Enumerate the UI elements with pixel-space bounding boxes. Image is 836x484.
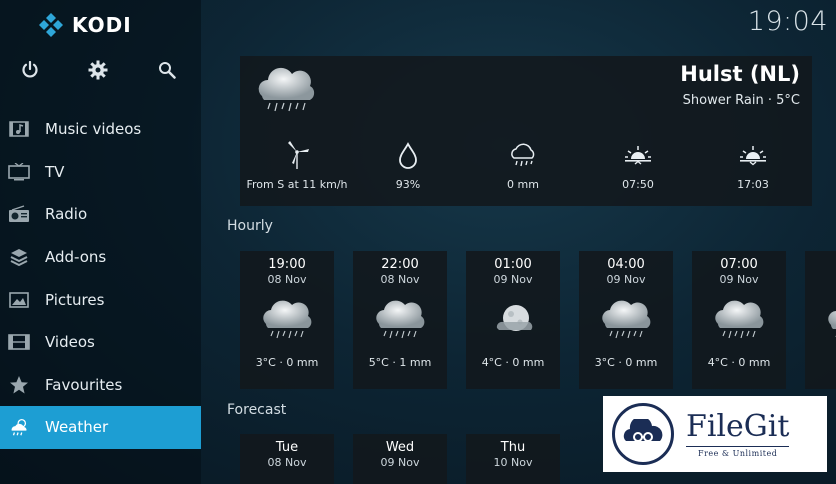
wind-icon — [240, 140, 354, 170]
sidebar-item-label: Pictures — [45, 290, 105, 309]
hourly-time: 19:00 — [268, 257, 306, 272]
sunrise-icon — [581, 140, 695, 170]
radio-icon — [8, 203, 30, 225]
filegit-logo-icon — [612, 403, 674, 465]
wind-value: From S at 11 km/h — [246, 178, 348, 191]
humidity-stat: 93% — [351, 140, 465, 191]
hourly-date: 09 Nov — [493, 273, 533, 286]
sidebar-item-label: Add-ons — [45, 248, 107, 267]
hourly-value: 4°C · 0 mm — [481, 356, 545, 369]
hourly-date: 09 Nov — [719, 273, 759, 286]
hourly-card[interactable]: 04:00 09 Nov 3°C · 0 mm — [579, 251, 673, 389]
sunset-value: 17:03 — [737, 178, 769, 191]
watermark-tagline: Free & Unlimited — [686, 446, 790, 458]
humidity-icon — [351, 140, 465, 170]
sidebar-item-label: Videos — [45, 333, 95, 352]
sidebar-item-label: TV — [45, 162, 65, 181]
hourly-time: 07:00 — [720, 257, 758, 272]
sidebar-item-label: Radio — [45, 205, 88, 224]
sidebar-item-weather[interactable]: Weather — [0, 406, 201, 449]
cloud-rain-icon — [714, 300, 764, 339]
main-menu: Music videos TV Radio Add-ons Pictures V… — [0, 108, 201, 449]
watermark-name: FileGit — [686, 409, 790, 444]
hourly-card[interactable]: 22:00 08 Nov 5°C · 1 mm — [353, 251, 447, 389]
forecast-card[interactable]: Tue 08 Nov — [240, 434, 334, 484]
wind-stat: From S at 11 km/h — [240, 140, 354, 191]
forecast-date: 09 Nov — [380, 456, 420, 469]
cloud-rain-icon — [262, 300, 312, 339]
search-icon[interactable] — [155, 58, 179, 82]
hourly-list[interactable]: 19:00 08 Nov 3°C · 0 mm 22:00 08 Nov 5°C… — [240, 251, 836, 391]
hourly-time: 01:00 — [494, 257, 532, 272]
hourly-card[interactable]: 19:00 08 Nov 3°C · 0 mm — [240, 251, 334, 389]
gear-icon[interactable] — [86, 58, 110, 82]
forecast-heading: Forecast — [227, 402, 287, 418]
hourly-card-partial[interactable] — [805, 251, 836, 389]
sidebar-item-favourites[interactable]: Favourites — [0, 364, 201, 407]
sidebar-item-radio[interactable]: Radio — [0, 193, 201, 236]
power-icon[interactable] — [18, 58, 42, 82]
sidebar-item-label: Favourites — [45, 375, 123, 394]
videos-icon — [8, 331, 30, 353]
hourly-value: 3°C · 0 mm — [255, 356, 319, 369]
current-condition: Shower Rain · 5°C — [682, 93, 800, 108]
hourly-value: 3°C · 0 mm — [594, 356, 658, 369]
forecast-day: Tue — [275, 440, 299, 455]
city-name: Hulst (NL) — [680, 62, 800, 86]
forecast-date: 08 Nov — [267, 456, 307, 469]
forecast-date: 10 Nov — [493, 456, 533, 469]
sidebar-item-label: Weather — [45, 418, 109, 437]
humidity-value: 93% — [395, 178, 421, 191]
hourly-card[interactable]: 01:00 09 Nov 4°C · 0 mm — [466, 251, 560, 389]
precipitation-value: 0 mm — [507, 178, 539, 191]
kodi-logo-text: KODI — [72, 13, 132, 37]
forecast-day: Wed — [385, 440, 415, 455]
sidebar-item-label: Music videos — [45, 120, 142, 139]
cloud-rain-icon — [827, 301, 836, 340]
hourly-date: 08 Nov — [267, 273, 307, 286]
sidebar-item-tv[interactable]: TV — [0, 151, 201, 194]
current-weather-panel: Hulst (NL) Shower Rain · 5°C From S at 1… — [240, 56, 812, 206]
cloud-rain-icon — [601, 300, 651, 339]
moon-cloud-icon — [496, 305, 533, 331]
kodi-logo[interactable]: KODI — [38, 12, 132, 38]
hourly-card[interactable]: 07:00 09 Nov 4°C · 0 mm — [692, 251, 786, 389]
pictures-icon — [8, 289, 30, 311]
sidebar-item-addons[interactable]: Add-ons — [0, 236, 201, 279]
hourly-time: 22:00 — [381, 257, 419, 272]
filegit-watermark: FileGit Free & Unlimited — [603, 396, 827, 472]
forecast-card[interactable]: Thu 10 Nov — [466, 434, 560, 484]
weather-icon — [8, 416, 30, 438]
sunset-icon — [696, 140, 810, 170]
cloud-rain-icon — [375, 300, 425, 339]
hourly-date: 09 Nov — [606, 273, 646, 286]
addons-icon — [8, 246, 30, 268]
cloud-rain-icon — [258, 67, 315, 112]
forecast-day: Thu — [500, 440, 526, 455]
forecast-card[interactable]: Wed 09 Nov — [353, 434, 447, 484]
hourly-date: 08 Nov — [380, 273, 420, 286]
tv-icon — [8, 161, 30, 183]
sunrise-value: 07:50 — [622, 178, 654, 191]
hourly-time: 04:00 — [607, 257, 645, 272]
clock: 19:04 — [747, 6, 828, 37]
sidebar-item-videos[interactable]: Videos — [0, 321, 201, 364]
kodi-logo-icon — [39, 13, 63, 37]
sunset-stat: 17:03 — [696, 140, 810, 191]
hourly-value: 5°C · 1 mm — [368, 356, 432, 369]
hourly-value: 4°C · 0 mm — [707, 356, 771, 369]
precipitation-icon — [466, 140, 580, 170]
hourly-heading: Hourly — [227, 218, 273, 234]
sidebar-item-pictures[interactable]: Pictures — [0, 278, 201, 321]
sidebar-item-music-videos[interactable]: Music videos — [0, 108, 201, 151]
star-icon — [8, 374, 30, 396]
sidebar: KODI Music videos TV Radio Add-ons Pictu… — [0, 0, 201, 484]
precipitation-stat: 0 mm — [466, 140, 580, 191]
sunrise-stat: 07:50 — [581, 140, 695, 191]
music-video-icon — [8, 118, 30, 140]
